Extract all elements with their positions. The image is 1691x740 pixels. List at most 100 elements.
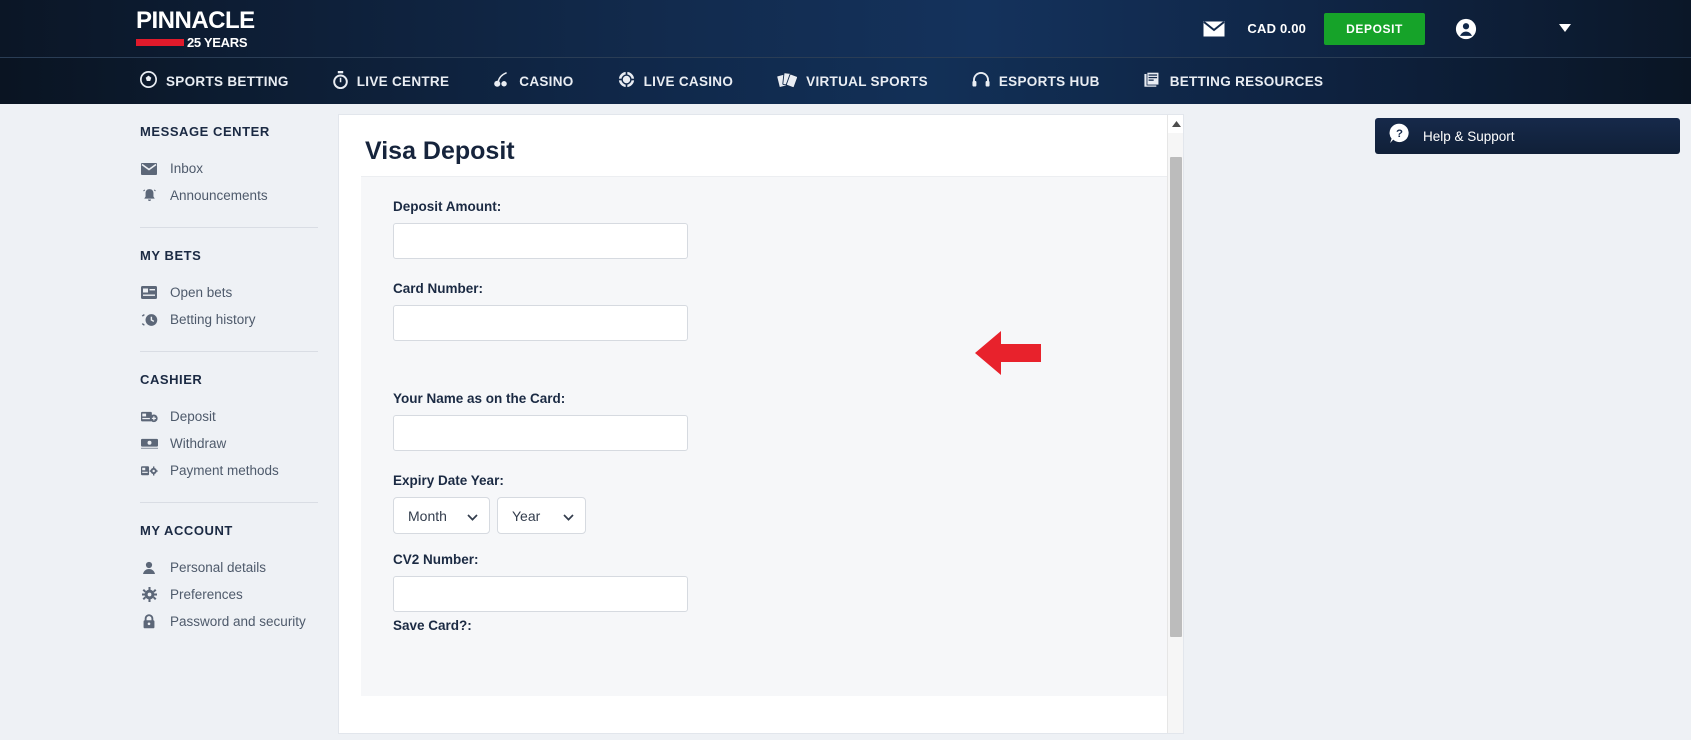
- account-circle-icon[interactable]: [1455, 18, 1477, 40]
- cherries-icon: [493, 71, 510, 91]
- nav-label: BETTING RESOURCES: [1169, 73, 1324, 89]
- stopwatch-icon: [332, 70, 348, 92]
- nav-label: SPORTS BETTING: [166, 73, 289, 89]
- nav-label: VIRTUAL SPORTS: [806, 73, 928, 89]
- deposit-card: Visa Deposit Deposit Amount: Card Number…: [338, 114, 1184, 734]
- nav-item-esports-hub[interactable]: ESPORTS HUB: [972, 71, 1100, 91]
- headset-icon: [972, 71, 990, 91]
- sidebar-divider: [140, 351, 318, 352]
- playing-cards-icon: [776, 71, 799, 91]
- sidebar-item-betting-history[interactable]: Betting history: [140, 306, 318, 333]
- sidebar-group-message-center: MESSAGE CENTER Inbox Announcements: [140, 124, 318, 209]
- pinnacle-logo[interactable]: PINNACLE 25 YEARS: [136, 9, 256, 50]
- header-actions: CAD 0.00 DEPOSIT: [1203, 0, 1571, 57]
- nav-item-virtual-sports[interactable]: VIRTUAL SPORTS: [776, 71, 928, 91]
- cv2-number-input[interactable]: [393, 576, 688, 612]
- logo-red-bar: [136, 39, 184, 46]
- sidebar-group-my-bets: MY BETS Open bets Betting history: [140, 248, 318, 333]
- nav-label: CASINO: [519, 73, 574, 89]
- sidebar-item-label: Password and security: [170, 614, 306, 629]
- sidebar-item-personal-details[interactable]: Personal details: [140, 554, 318, 581]
- scrollbar-thumb[interactable]: [1170, 157, 1182, 637]
- nav-label: LIVE CASINO: [643, 73, 734, 89]
- casino-chip-icon: [617, 71, 635, 91]
- card-number-label: Card Number:: [393, 281, 484, 296]
- sidebar-item-label: Withdraw: [170, 436, 227, 451]
- page-body: MESSAGE CENTER Inbox Announcements MY BE…: [0, 104, 1691, 740]
- sidebar-item-label: Inbox: [170, 161, 204, 176]
- sidebar-group-title: MY ACCOUNT: [140, 523, 233, 538]
- scroll-up-arrow-icon[interactable]: [1168, 115, 1183, 133]
- card-gear-icon: [140, 465, 158, 477]
- main-content: Visa Deposit Deposit Amount: Card Number…: [330, 104, 1361, 740]
- newspaper-icon: [1144, 71, 1161, 91]
- card-plus-icon: [140, 411, 158, 423]
- cv2-number-label: CV2 Number:: [393, 552, 479, 567]
- caret-down-icon[interactable]: [1559, 24, 1571, 33]
- expiry-selects: Month Year: [393, 497, 1183, 534]
- sidebar-item-label: Announcements: [170, 188, 268, 203]
- person-icon: [140, 561, 158, 575]
- visa-deposit-form: Deposit Amount: Card Number: Your Name a…: [361, 176, 1183, 696]
- sidebar-item-open-bets[interactable]: Open bets: [140, 279, 318, 306]
- lock-icon: [140, 614, 158, 629]
- logo-wordmark: PINNACLE: [136, 7, 255, 34]
- chevron-down-icon: [467, 508, 478, 524]
- nav-item-live-casino[interactable]: LIVE CASINO: [617, 71, 734, 91]
- help-and-support-label: Help & Support: [1423, 128, 1515, 144]
- deposit-button[interactable]: DEPOSIT: [1324, 12, 1425, 45]
- bell-icon: [140, 188, 158, 203]
- top-header: PINNACLE 25 YEARS CAD 0.00 DEPOSIT: [0, 0, 1691, 57]
- help-and-support-button[interactable]: ? Help & Support: [1375, 118, 1680, 154]
- sidebar-item-label: Deposit: [170, 409, 216, 424]
- sidebar-item-inbox[interactable]: Inbox: [140, 155, 318, 182]
- deposit-amount-input[interactable]: [393, 223, 688, 259]
- nav-label: ESPORTS HUB: [998, 73, 1100, 89]
- logo-years-text: 25 YEARS: [187, 35, 248, 50]
- sidebar-item-label: Preferences: [170, 587, 243, 602]
- nav-item-live-centre[interactable]: LIVE CENTRE: [332, 70, 450, 92]
- name-on-card-label: Your Name as on the Card:: [393, 391, 566, 406]
- expiry-year-value: Year: [512, 507, 541, 524]
- expiry-date-label: Expiry Date Year:: [393, 473, 504, 488]
- sidebar-item-label: Betting history: [170, 312, 256, 327]
- sidebar-group-cashier: CASHIER Deposit Withdraw Payment methods: [140, 372, 318, 484]
- soccer-ball-icon: [140, 71, 157, 91]
- banknote-icon: [140, 438, 158, 450]
- logo-anniversary: 25 YEARS: [136, 35, 256, 50]
- form-scrollbar[interactable]: [1167, 115, 1183, 733]
- nav-item-betting-resources[interactable]: BETTING RESOURCES: [1144, 71, 1324, 91]
- sidebar-item-label: Open bets: [170, 285, 233, 300]
- sidebar-item-preferences[interactable]: Preferences: [140, 581, 318, 608]
- balance-amount: CAD 0.00: [1247, 21, 1307, 36]
- sidebar-item-label: Personal details: [170, 560, 267, 575]
- card-number-input[interactable]: [393, 305, 688, 341]
- account-sidebar: MESSAGE CENTER Inbox Announcements MY BE…: [0, 104, 330, 740]
- sidebar-item-password-and-security[interactable]: Password and security: [140, 608, 318, 635]
- nav-item-casino[interactable]: CASINO: [493, 71, 573, 91]
- nav-item-sports-betting[interactable]: SPORTS BETTING: [140, 71, 289, 91]
- history-clock-icon: [140, 313, 158, 327]
- envelope-icon: [140, 162, 158, 175]
- form-spacer: [393, 363, 1183, 391]
- expiry-month-select[interactable]: Month: [393, 497, 490, 534]
- question-bubble-icon: ?: [1389, 123, 1410, 149]
- sidebar-divider: [140, 227, 318, 228]
- sidebar-item-announcements[interactable]: Announcements: [140, 182, 318, 209]
- main-navigation: SPORTS BETTING LIVE CENTRE CASINO LIVE C…: [0, 57, 1691, 104]
- deposit-amount-label: Deposit Amount:: [393, 199, 502, 214]
- svg-text:?: ?: [1396, 128, 1403, 140]
- nav-label: LIVE CENTRE: [356, 73, 450, 89]
- bet-slip-icon: [140, 286, 158, 299]
- sidebar-group-my-account: MY ACCOUNT Personal details Preferences …: [140, 523, 318, 635]
- sidebar-item-withdraw[interactable]: Withdraw: [140, 430, 318, 457]
- expiry-year-select[interactable]: Year: [497, 497, 586, 534]
- name-on-card-input[interactable]: [393, 415, 688, 451]
- sidebar-item-deposit[interactable]: Deposit: [140, 403, 318, 430]
- gear-icon: [140, 587, 158, 602]
- right-rail: ? Help & Support: [1361, 104, 1691, 740]
- sidebar-divider: [140, 502, 318, 503]
- envelope-icon[interactable]: [1203, 20, 1226, 37]
- save-card-label: Save Card?:: [393, 618, 472, 633]
- sidebar-item-payment-methods[interactable]: Payment methods: [140, 457, 318, 484]
